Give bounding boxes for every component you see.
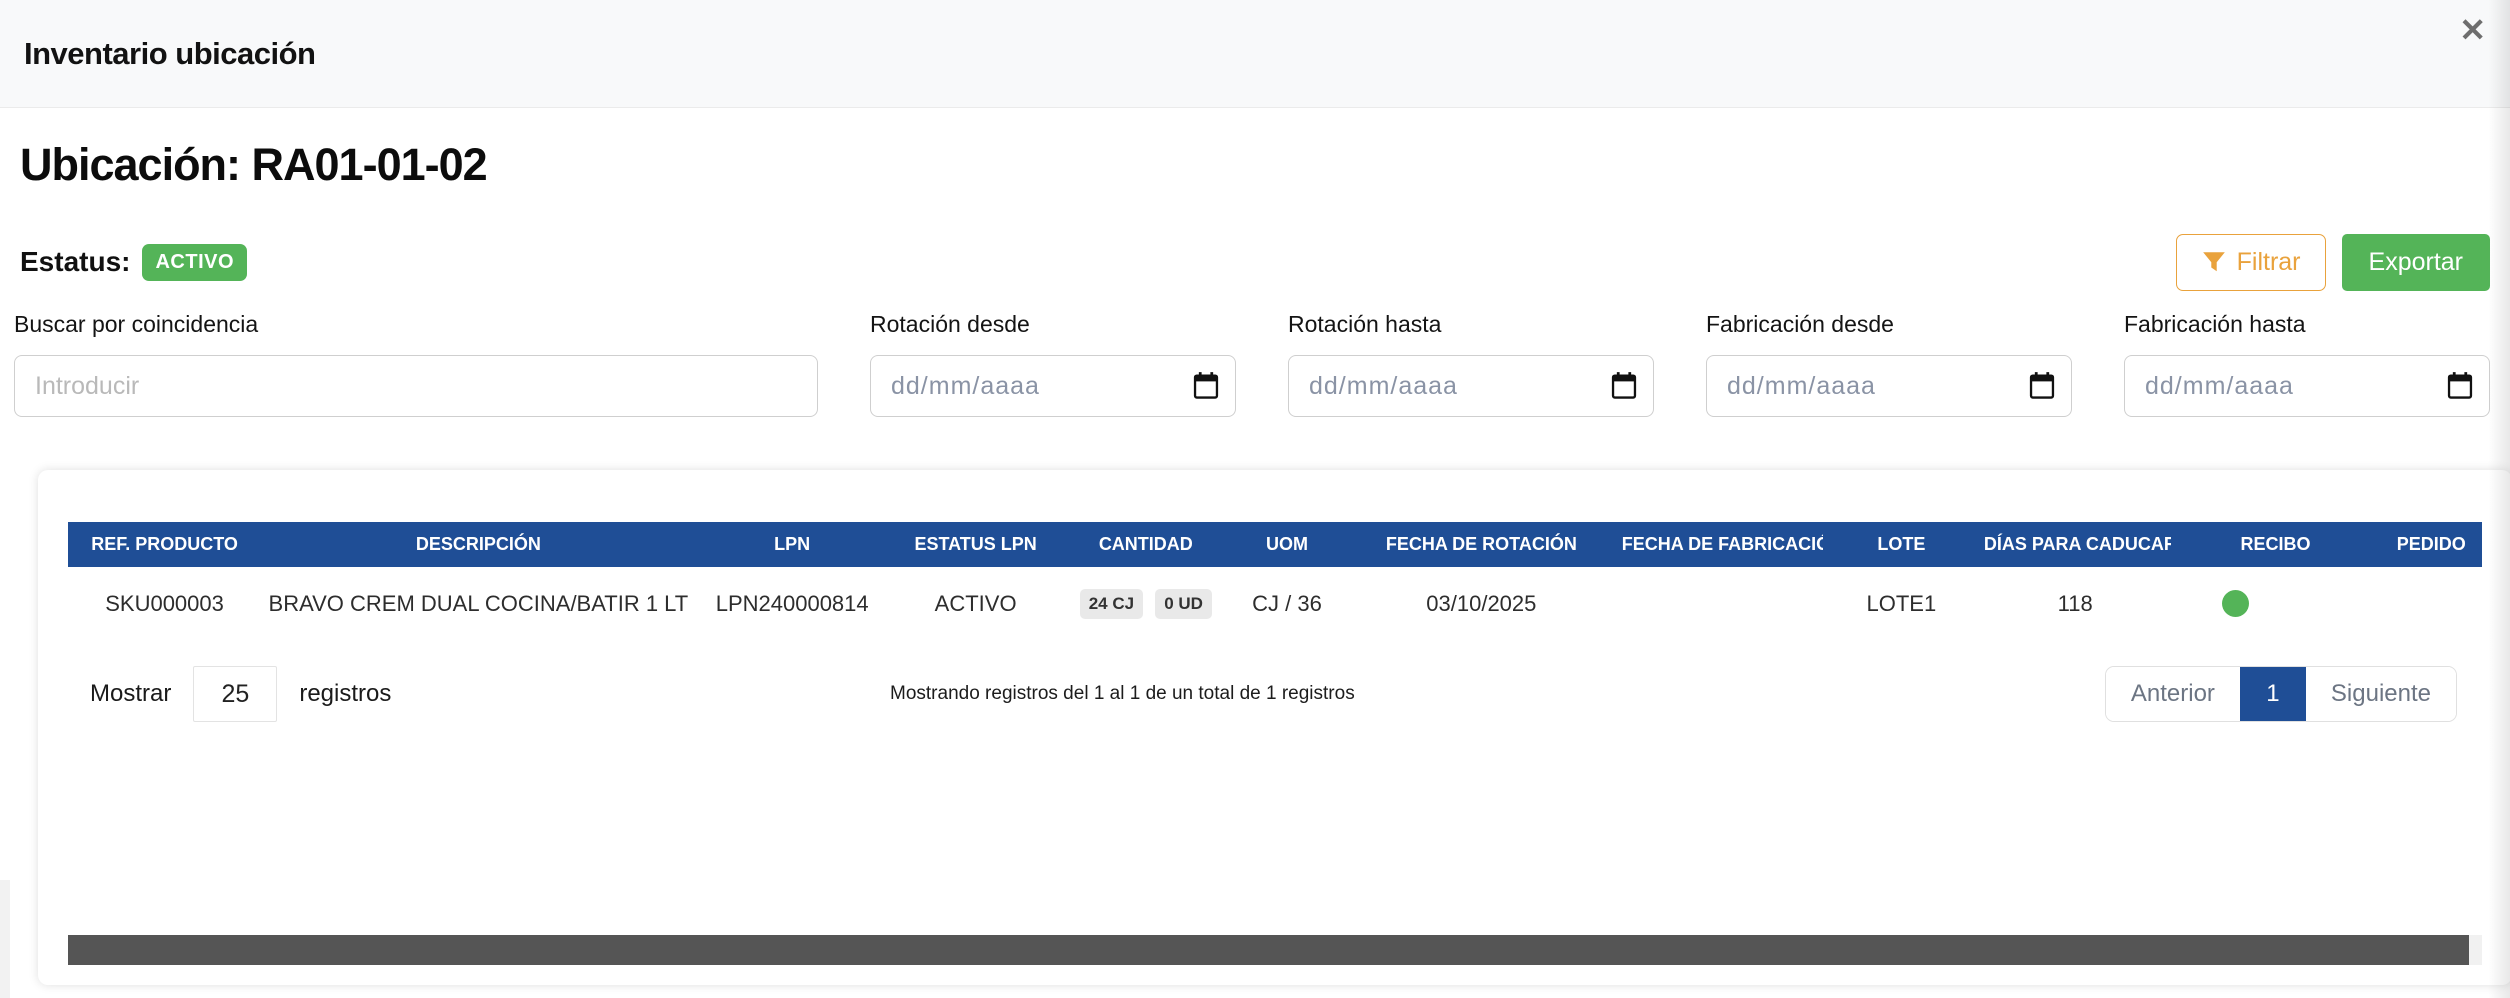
horizontal-scrollbar-thumb[interactable] (68, 935, 2469, 965)
cell-dias-caducar: 118 (1980, 567, 2171, 640)
next-page-button[interactable]: Siguiente (2306, 667, 2456, 721)
search-field-group: Buscar por coincidencia (14, 311, 818, 417)
table-header-row: REF. PRODUCTO DESCRIPCIÓN LPN ESTATUS LP… (68, 522, 2482, 567)
recibo-status-dot (2222, 590, 2249, 617)
manufacture-to-group: Fabricación hasta (2124, 311, 2490, 417)
col-dias-caducar: DÍAS PARA CADUCAR (1980, 522, 2171, 567)
col-fecha-fabricacion: FECHA DE FABRICACIÓN (1618, 522, 1823, 567)
cell-uom: CJ / 36 (1229, 567, 1345, 640)
cell-pedido (2381, 567, 2482, 640)
col-ref-producto: REF. PRODUCTO (68, 522, 261, 567)
col-pedido: PEDIDO (2381, 522, 2482, 567)
previous-page-button[interactable]: Anterior (2106, 667, 2240, 721)
manufacture-from-input[interactable] (1706, 355, 2072, 417)
filters-row: Buscar por coincidencia Rotación desde R… (20, 311, 2490, 417)
rotation-from-label: Rotación desde (870, 311, 1236, 338)
quantity-badge-units: 0 UD (1155, 589, 1212, 619)
filter-button[interactable]: Filtrar (2176, 234, 2326, 291)
page-size-label: Mostrar (90, 680, 171, 708)
toolbar-actions: Filtrar Exportar (2176, 234, 2490, 291)
cell-lpn: LPN240000814 (696, 567, 889, 640)
manufacture-from-label: Fabricación desde (1706, 311, 2072, 338)
search-input[interactable] (14, 355, 818, 417)
modal-header: Inventario ubicación ✕ (0, 0, 2510, 108)
search-label: Buscar por coincidencia (14, 311, 818, 338)
col-fecha-rotacion: FECHA DE ROTACIÓN (1345, 522, 1618, 567)
modal-title: Inventario ubicación (24, 36, 315, 72)
modal-body: Ubicación: RA01-01-02 Estatus: ACTIVO Fi… (0, 139, 2510, 985)
export-button[interactable]: Exportar (2342, 234, 2490, 291)
status-label: Estatus: (20, 246, 130, 278)
col-cantidad: CANTIDAD (1063, 522, 1230, 567)
status-badge: ACTIVO (142, 244, 247, 281)
page-size-input[interactable] (193, 666, 277, 722)
rotation-to-input[interactable] (1288, 355, 1654, 417)
cell-estatus-lpn: ACTIVO (889, 567, 1063, 640)
col-estatus-lpn: ESTATUS LPN (889, 522, 1063, 567)
current-page-button[interactable]: 1 (2240, 667, 2306, 721)
cell-lote: LOTE1 (1823, 567, 1980, 640)
cell-ref-producto: SKU000003 (68, 567, 261, 640)
table-row: SKU000003 BRAVO CREM DUAL COCINA/BATIR 1… (68, 567, 2482, 640)
col-uom: UOM (1229, 522, 1345, 567)
cell-fecha-fabricacion (1618, 567, 1823, 640)
col-lpn: LPN (696, 522, 889, 567)
rotation-from-input[interactable] (870, 355, 1236, 417)
manufacture-from-group: Fabricación desde (1706, 311, 2072, 417)
col-descripcion: DESCRIPCIÓN (261, 522, 696, 567)
cell-recibo (2171, 567, 2381, 640)
cell-descripcion: BRAVO CREM DUAL COCINA/BATIR 1 LT (261, 567, 696, 640)
cell-cantidad: 24 CJ 0 UD (1063, 567, 1230, 640)
horizontal-scrollbar-track[interactable] (68, 935, 2482, 965)
col-recibo: RECIBO (2171, 522, 2381, 567)
rotation-to-label: Rotación hasta (1288, 311, 1654, 338)
col-lote: LOTE (1823, 522, 1980, 567)
inventory-table: REF. PRODUCTO DESCRIPCIÓN LPN ESTATUS LP… (68, 522, 2482, 640)
pager: Anterior 1 Siguiente (2105, 666, 2457, 722)
rotation-to-group: Rotación hasta (1288, 311, 1654, 417)
manufacture-to-label: Fabricación hasta (2124, 311, 2490, 338)
inventory-table-card: REF. PRODUCTO DESCRIPCIÓN LPN ESTATUS LP… (38, 470, 2510, 985)
page-title: Ubicación: RA01-01-02 (20, 139, 2490, 191)
funnel-icon (2201, 249, 2227, 275)
table-empty-space (68, 723, 2482, 935)
close-icon[interactable]: ✕ (2459, 14, 2486, 46)
pagination-row: Mostrar registros Mostrando registros de… (68, 665, 2482, 723)
manufacture-to-input[interactable] (2124, 355, 2490, 417)
quantity-badge-cases: 24 CJ (1080, 589, 1143, 619)
records-label: registros (299, 680, 391, 708)
status-row: Estatus: ACTIVO Filtrar Exportar (20, 233, 2490, 291)
cell-fecha-rotacion: 03/10/2025 (1345, 567, 1618, 640)
rotation-from-group: Rotación desde (870, 311, 1236, 417)
filter-button-label: Filtrar (2237, 248, 2301, 277)
records-summary: Mostrando registros del 1 al 1 de un tot… (890, 683, 1355, 705)
